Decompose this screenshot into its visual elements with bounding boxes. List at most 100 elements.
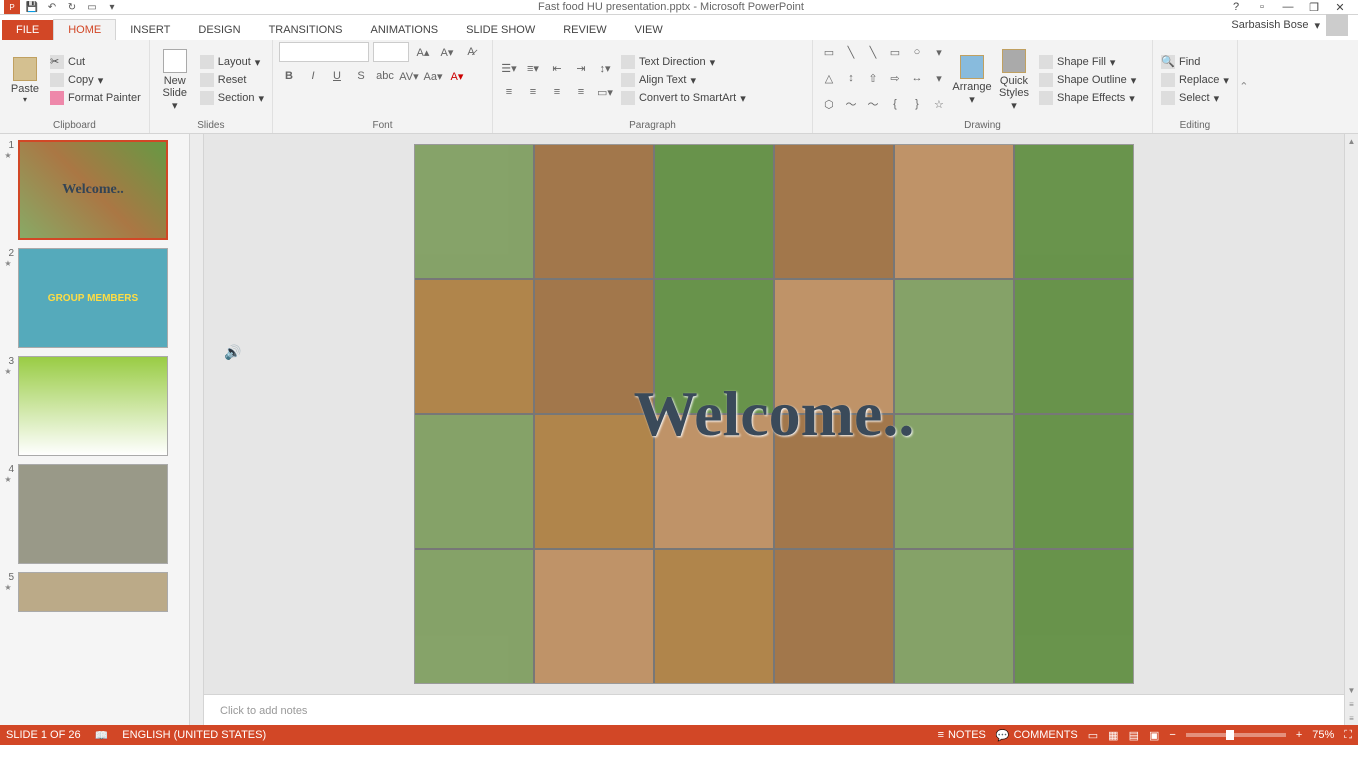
fit-to-window-icon[interactable]: ⛶ [1344,729,1352,742]
increase-indent-button[interactable]: ⇥ [571,58,591,78]
change-case-button[interactable]: Aa▾ [423,66,443,86]
tab-transitions[interactable]: TRANSITIONS [255,20,357,40]
clear-formatting-icon[interactable]: A̷ [461,42,481,62]
powerpoint-icon[interactable]: P [4,0,20,14]
line-spacing-button[interactable]: ↕▾ [595,58,615,78]
align-center-button[interactable]: ≡ [523,82,543,102]
convert-smartart-button[interactable]: Convert to SmartArt ▾ [619,90,748,106]
prev-slide-icon[interactable]: ≡ [1345,697,1358,711]
slide-canvas[interactable]: 🔊 Welcome.. [204,134,1344,694]
paste-button[interactable]: Paste ▾ [6,42,44,118]
spellcheck-icon[interactable]: 📖 [95,729,109,742]
zoom-slider[interactable] [1186,733,1286,737]
tab-file[interactable]: FILE [2,20,53,40]
slide-content[interactable]: Welcome.. [414,144,1134,684]
bullets-button[interactable]: ☰▾ [499,58,519,78]
section-button[interactable]: Section ▾ [198,90,266,106]
notes-toggle[interactable]: ≡NOTES [938,729,986,741]
thumbnail-slide-4[interactable] [18,464,168,564]
shapes-gallery[interactable]: ▭ ╲ ╲ ▭ ○ ▾ △ ↕ ⇧ ⇨ ↔ ▾ ⬡ 〜 〜 { } ☆ [819,42,949,118]
comments-toggle[interactable]: 💬COMMENTS [996,729,1078,742]
shape-rect2-icon[interactable]: ▭ [885,42,905,62]
numbering-button[interactable]: ≡▾ [523,58,543,78]
shape-triangle-icon[interactable]: △ [819,68,839,88]
quick-styles-button[interactable]: Quick Styles▾ [995,42,1033,118]
align-left-button[interactable]: ≡ [499,82,519,102]
tab-slideshow[interactable]: SLIDE SHOW [452,20,549,40]
shape-oval-icon[interactable]: ○ [907,42,927,62]
tab-review[interactable]: REVIEW [549,20,620,40]
normal-view-icon[interactable]: ▭ [1088,729,1098,742]
zoom-level[interactable]: 75% [1312,729,1334,741]
columns-button[interactable]: ▭▾ [595,82,615,102]
reset-button[interactable]: Reset [198,72,266,88]
redo-icon[interactable]: ↻ [64,0,80,14]
collapse-ribbon-icon[interactable]: ⌃ [1238,40,1250,133]
tab-view[interactable]: VIEW [621,20,677,40]
save-icon[interactable]: 💾 [24,0,40,14]
scroll-down-icon[interactable]: ▼ [1345,683,1358,697]
shape-arrow4-icon[interactable]: ↔ [907,68,927,88]
shape-line-icon[interactable]: ╲ [841,42,861,62]
shape-fill-button[interactable]: Shape Fill ▾ [1037,54,1138,70]
underline-button[interactable]: U [327,66,347,86]
shape-star-icon[interactable]: ☆ [929,94,949,114]
layout-button[interactable]: Layout ▾ [198,54,266,70]
account-menu[interactable]: Sarbasish Bose ▾ [1221,10,1358,40]
thumbnail-slide-1[interactable]: Welcome.. [18,140,168,240]
thumbnail-slide-2[interactable]: GROUP MEMBERS [18,248,168,348]
sorter-view-icon[interactable]: ▦ [1108,729,1118,742]
shape-scroll-icon[interactable]: ▾ [929,68,949,88]
align-right-button[interactable]: ≡ [547,82,567,102]
shape-effects-button[interactable]: Shape Effects ▾ [1037,90,1138,106]
shape-rectangle-icon[interactable]: ▭ [819,42,839,62]
scroll-up-icon[interactable]: ▲ [1345,134,1358,148]
scroll-track[interactable] [1345,148,1358,683]
shape-arrow-icon[interactable]: ↕ [841,68,861,88]
slide-counter[interactable]: SLIDE 1 OF 26 [6,729,81,741]
shape-outline-button[interactable]: Shape Outline ▾ [1037,72,1138,88]
slideshow-view-icon[interactable]: ▣ [1149,729,1159,742]
thumbnail-4[interactable]: 4★ [2,464,187,564]
format-painter-button[interactable]: Format Painter [48,90,143,106]
new-slide-button[interactable]: New Slide▾ [156,42,194,118]
tab-home[interactable]: HOME [53,19,116,40]
replace-button[interactable]: Replace ▾ [1159,72,1231,88]
shape-hex-icon[interactable]: ⬡ [819,94,839,114]
tab-animations[interactable]: ANIMATIONS [357,20,453,40]
justify-button[interactable]: ≡ [571,82,591,102]
copy-button[interactable]: Copy ▾ [48,72,143,88]
thumbnail-slide-3[interactable] [18,356,168,456]
increase-font-icon[interactable]: A▴ [413,42,433,62]
shape-line2-icon[interactable]: ╲ [863,42,883,62]
shape-brace-icon[interactable]: { [885,94,905,114]
font-family-input[interactable] [279,42,369,62]
arrange-button[interactable]: Arrange▾ [953,42,991,118]
select-button[interactable]: Select ▾ [1159,90,1231,106]
char-spacing-button[interactable]: AV▾ [399,66,419,86]
shape-curve-icon[interactable]: 〜 [841,94,861,114]
shape-brace2-icon[interactable]: } [907,94,927,114]
shadow-button[interactable]: abc [375,66,395,86]
shape-arrow3-icon[interactable]: ⇨ [885,68,905,88]
find-button[interactable]: 🔍Find [1159,54,1231,70]
thumbnail-3[interactable]: 3★ [2,356,187,456]
language-status[interactable]: ENGLISH (UNITED STATES) [122,729,266,741]
tab-insert[interactable]: INSERT [116,20,184,40]
font-color-button[interactable]: A▾ [447,66,467,86]
italic-button[interactable]: I [303,66,323,86]
reading-view-icon[interactable]: ▤ [1129,729,1139,742]
thumbnail-scrollbar[interactable] [190,134,204,725]
cut-button[interactable]: ✂Cut [48,54,143,70]
align-text-button[interactable]: Align Text ▾ [619,72,748,88]
undo-icon[interactable]: ↶ [44,0,60,14]
vertical-scrollbar[interactable]: ▲ ▼ ≡ ≡ [1344,134,1358,725]
font-size-input[interactable] [373,42,409,62]
zoom-in-icon[interactable]: + [1296,729,1302,741]
shape-curve2-icon[interactable]: 〜 [863,94,883,114]
decrease-indent-button[interactable]: ⇤ [547,58,567,78]
start-from-beginning-icon[interactable]: ▭ [84,0,100,14]
next-slide-icon[interactable]: ≡ [1345,711,1358,725]
qat-customize-icon[interactable]: ▾ [104,0,120,14]
decrease-font-icon[interactable]: A▾ [437,42,457,62]
